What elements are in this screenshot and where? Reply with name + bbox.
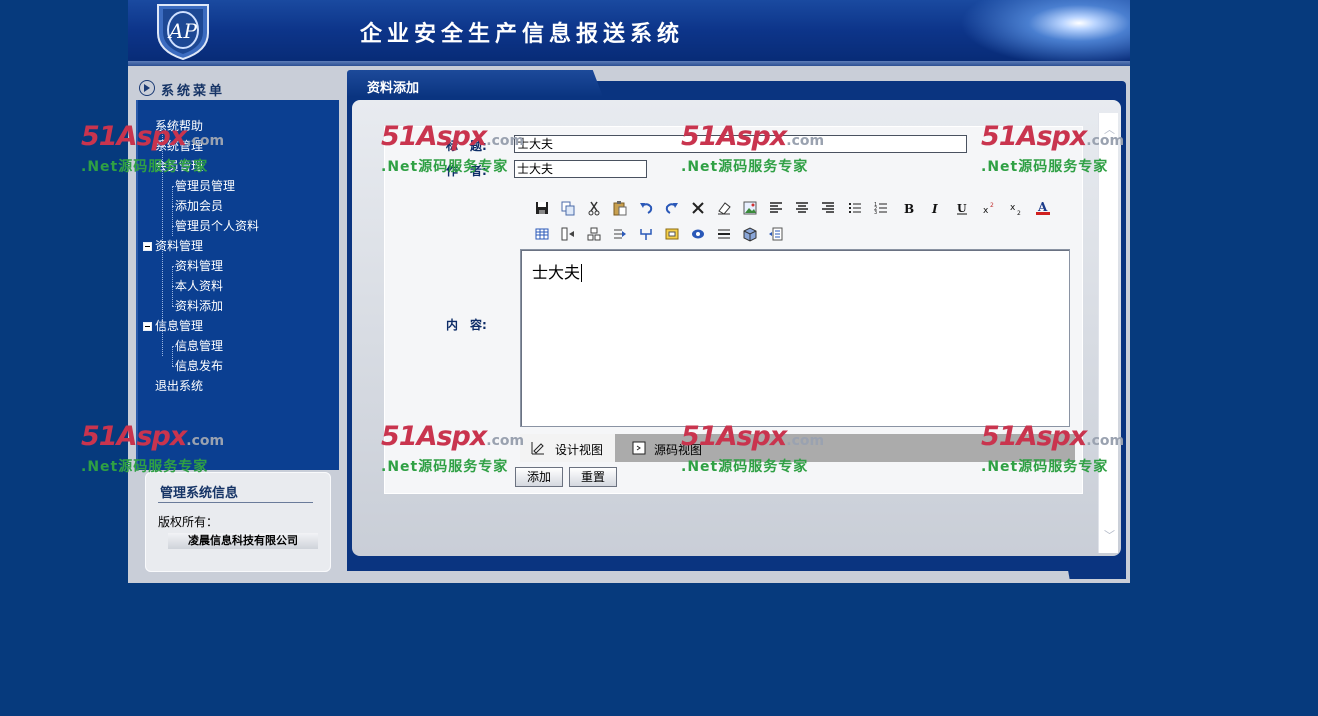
- nav-item-add-member[interactable]: 添加会员: [175, 199, 223, 213]
- svg-text:A: A: [1037, 200, 1048, 214]
- eraser-icon[interactable]: [715, 199, 733, 217]
- divider: [158, 502, 313, 503]
- svg-text:3: 3: [874, 210, 877, 216]
- panel-bottom-band: [347, 559, 1126, 571]
- underline-icon[interactable]: U: [953, 199, 971, 217]
- align-center-icon[interactable]: [793, 199, 811, 217]
- italic-icon[interactable]: I: [926, 199, 944, 217]
- title-input[interactable]: 士大夫: [514, 135, 967, 153]
- collapse-toggle-icon[interactable]: [143, 242, 152, 251]
- tree-line: [172, 186, 173, 236]
- circle-arrow-icon: [139, 80, 155, 96]
- vertical-scrollbar[interactable]: ︿ ﹀: [1098, 113, 1118, 553]
- content-label: 内 容:: [446, 318, 487, 332]
- chevron-up-icon[interactable]: ︿: [1104, 124, 1115, 135]
- reset-button[interactable]: 重置: [569, 467, 617, 487]
- panel-bottom-corner: [1066, 559, 1126, 579]
- insert-object-icon[interactable]: [741, 225, 759, 243]
- nav-item-info-group[interactable]: 信息管理: [155, 319, 203, 333]
- split-cell-icon[interactable]: [637, 225, 655, 243]
- company-name: 凌晨信息科技有限公司: [168, 533, 318, 549]
- source-view-tab[interactable]: 源码视图: [654, 441, 702, 458]
- subscript-icon[interactable]: x2: [1007, 199, 1025, 217]
- app-title: 企业安全生产信息报送系统: [360, 22, 685, 47]
- title-label: 标 题:: [446, 139, 487, 153]
- rich-text-editor[interactable]: 士大夫: [520, 249, 1070, 427]
- insert-column-icon[interactable]: [559, 225, 577, 243]
- svg-text:I: I: [931, 202, 938, 216]
- nav-item-info-publish[interactable]: 信息发布: [175, 359, 223, 373]
- system-info-card: 管理系统信息 版权所有： 凌晨信息科技有限公司: [145, 472, 331, 572]
- redo-icon[interactable]: [663, 199, 681, 217]
- collapse-toggle-icon[interactable]: [143, 322, 152, 331]
- numbered-list-icon[interactable]: 123: [872, 199, 890, 217]
- insert-field-icon[interactable]: [663, 225, 681, 243]
- author-input[interactable]: 士大夫: [514, 160, 647, 178]
- nav-item-my-data[interactable]: 本人资料: [175, 279, 223, 293]
- nav-item-help[interactable]: 系统帮助: [155, 119, 203, 133]
- design-view-label: 设计视图: [555, 443, 604, 457]
- tab-label: 资料添加: [367, 81, 420, 96]
- svg-text:U: U: [957, 202, 967, 215]
- sidebar: 系统菜单 系统帮助 系统管理 会员管理 管理员管理 添加会员 管理员个人资料 资…: [128, 66, 339, 583]
- add-button[interactable]: 添加: [515, 467, 563, 487]
- svg-text:2: 2: [990, 202, 994, 209]
- author-label: 作 者:: [446, 164, 487, 178]
- preview-icon[interactable]: [689, 225, 707, 243]
- nav-item-member-admin[interactable]: 会员管理: [155, 159, 203, 173]
- editor-content: 士大夫: [532, 263, 583, 282]
- system-info-title: 管理系统信息: [160, 486, 239, 501]
- svg-text:x: x: [983, 206, 989, 216]
- source-view-icon[interactable]: [632, 441, 646, 455]
- insert-row-icon[interactable]: [585, 225, 603, 243]
- chevron-down-icon[interactable]: ﹀: [1104, 530, 1115, 541]
- svg-text:2: 2: [1017, 210, 1021, 216]
- nav-item-admin-profile[interactable]: 管理员个人资料: [175, 219, 259, 233]
- superscript-icon[interactable]: x2: [980, 199, 998, 217]
- nav-item-logout[interactable]: 退出系统: [155, 379, 203, 393]
- horizontal-rule-icon[interactable]: [715, 225, 733, 243]
- svg-text:AP: AP: [167, 19, 197, 43]
- sidebar-header: 系统菜单: [128, 70, 339, 100]
- design-view-tab[interactable]: 设计视图: [520, 434, 615, 462]
- editor-toolbar-row-1: 123 B I U x2 x2 A: [530, 197, 1070, 219]
- insert-page-icon[interactable]: [767, 225, 785, 243]
- nav-item-add-data[interactable]: 资料添加: [175, 299, 223, 313]
- font-color-icon[interactable]: A: [1034, 199, 1052, 217]
- bold-icon[interactable]: B: [899, 199, 917, 217]
- delete-icon[interactable]: [689, 199, 707, 217]
- image-icon[interactable]: [741, 199, 759, 217]
- insert-table-icon[interactable]: [533, 225, 551, 243]
- design-view-icon: [531, 442, 544, 455]
- nav-item-data-manage[interactable]: 资料管理: [175, 259, 223, 273]
- nav-item-info-manage[interactable]: 信息管理: [175, 339, 223, 353]
- cut-icon[interactable]: [585, 199, 603, 217]
- nav-item-system-admin[interactable]: 系统管理: [155, 139, 203, 153]
- header-banner: AP 企业安全生产信息报送系统: [128, 0, 1130, 66]
- banner-light-effect: [960, 0, 1130, 66]
- tree-line: [172, 346, 173, 366]
- align-right-icon[interactable]: [819, 199, 837, 217]
- save-icon[interactable]: [533, 199, 551, 217]
- shield-logo-icon: AP: [157, 4, 209, 61]
- sidebar-title: 系统菜单: [161, 84, 226, 99]
- align-left-icon[interactable]: [767, 199, 785, 217]
- editor-mode-bar: 设计视图 源码视图: [520, 434, 1075, 462]
- nav-item-data-group[interactable]: 资料管理: [155, 239, 203, 253]
- svg-text:x: x: [1010, 203, 1016, 213]
- svg-text:B: B: [904, 202, 914, 216]
- nav-item-admin-manage[interactable]: 管理员管理: [175, 179, 235, 193]
- paste-icon[interactable]: [611, 199, 629, 217]
- editor-toolbar-row-2: [530, 223, 790, 245]
- copyright-label: 版权所有：: [158, 515, 219, 529]
- undo-icon[interactable]: [637, 199, 655, 217]
- merge-cells-icon[interactable]: [611, 225, 629, 243]
- nav-tree: 系统帮助 系统管理 会员管理 管理员管理 添加会员 管理员个人资料 资料管理 资…: [136, 100, 339, 470]
- bullet-list-icon[interactable]: [846, 199, 864, 217]
- tab-add-data[interactable]: 资料添加: [347, 70, 603, 97]
- copy-icon[interactable]: [559, 199, 577, 217]
